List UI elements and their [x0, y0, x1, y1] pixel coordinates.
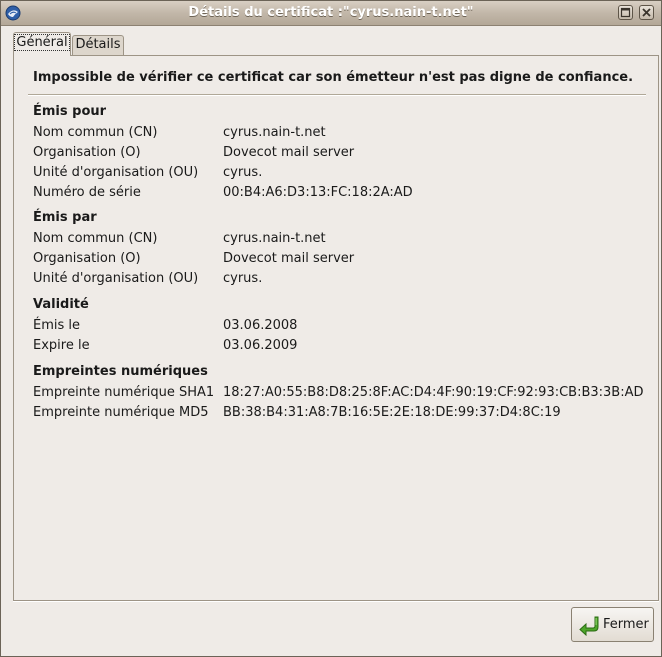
- tab-general[interactable]: Général: [13, 32, 71, 56]
- expires-on-value: 03.06.2009: [223, 338, 298, 353]
- issued-by-o-label: Organisation (O): [33, 251, 141, 266]
- sha1-value: 18:27:A0:55:B8:D8:25:8F:AC:D4:4F:90:19:C…: [223, 385, 644, 400]
- sha1-label: Empreinte numérique SHA1: [33, 385, 215, 400]
- window-title: Détails du certificat :"cyrus.nain-t.net…: [188, 5, 474, 20]
- close-button-label: Fermer: [603, 617, 649, 632]
- validity-title: Validité: [33, 297, 89, 312]
- issued-to-ou-value: cyrus.: [223, 165, 263, 180]
- serial-number-label: Numéro de série: [33, 185, 141, 200]
- issued-by-o-value: Dovecot mail server: [223, 251, 355, 266]
- footer-separator: [13, 601, 659, 602]
- issued-by-cn-label: Nom commun (CN): [33, 231, 158, 246]
- md5-value: BB:38:B4:31:A8:7B:16:5E:2E:18:DE:99:37:D…: [223, 405, 561, 420]
- md5-label: Empreinte numérique MD5: [33, 405, 209, 420]
- issued-on-value: 03.06.2008: [223, 318, 298, 333]
- maximize-icon: [620, 7, 631, 18]
- issued-by-title: Émis par: [33, 210, 97, 225]
- certificate-dialog: Détails du certificat :"cyrus.nain-t.net…: [0, 0, 662, 657]
- close-button[interactable]: Fermer: [571, 607, 654, 642]
- tab-details[interactable]: Détails: [72, 35, 124, 55]
- return-arrow-icon: [578, 614, 600, 637]
- maximize-button[interactable]: [618, 5, 633, 20]
- close-window-button[interactable]: [639, 5, 654, 20]
- issued-to-title: Émis pour: [33, 104, 107, 119]
- title-bar[interactable]: Détails du certificat :"cyrus.nain-t.net…: [1, 1, 661, 26]
- issued-to-cn-label: Nom commun (CN): [33, 125, 158, 140]
- tab-details-label: Détails: [75, 37, 121, 52]
- fingerprints-title: Empreintes numériques: [33, 364, 208, 379]
- trust-warning: Impossible de vérifier ce certificat car…: [33, 70, 634, 85]
- issued-on-label: Émis le: [33, 318, 81, 333]
- issued-by-cn-value: cyrus.nain-t.net: [223, 231, 326, 246]
- issued-to-ou-label: Unité d'organisation (OU): [33, 165, 199, 180]
- issued-to-cn-value: cyrus.nain-t.net: [223, 125, 326, 140]
- expires-on-label: Expire le: [33, 338, 90, 353]
- issued-to-o-value: Dovecot mail server: [223, 145, 355, 160]
- general-panel: Impossible de vérifier ce certificat car…: [13, 55, 659, 601]
- separator: [28, 94, 646, 96]
- serial-number-value: 00:B4:A6:D3:13:FC:18:2A:AD: [223, 185, 413, 200]
- issued-to-o-label: Organisation (O): [33, 145, 141, 160]
- close-icon: [642, 8, 651, 17]
- issued-by-ou-label: Unité d'organisation (OU): [33, 271, 199, 286]
- issued-by-ou-value: cyrus.: [223, 271, 263, 286]
- tab-general-label: Général: [14, 34, 70, 51]
